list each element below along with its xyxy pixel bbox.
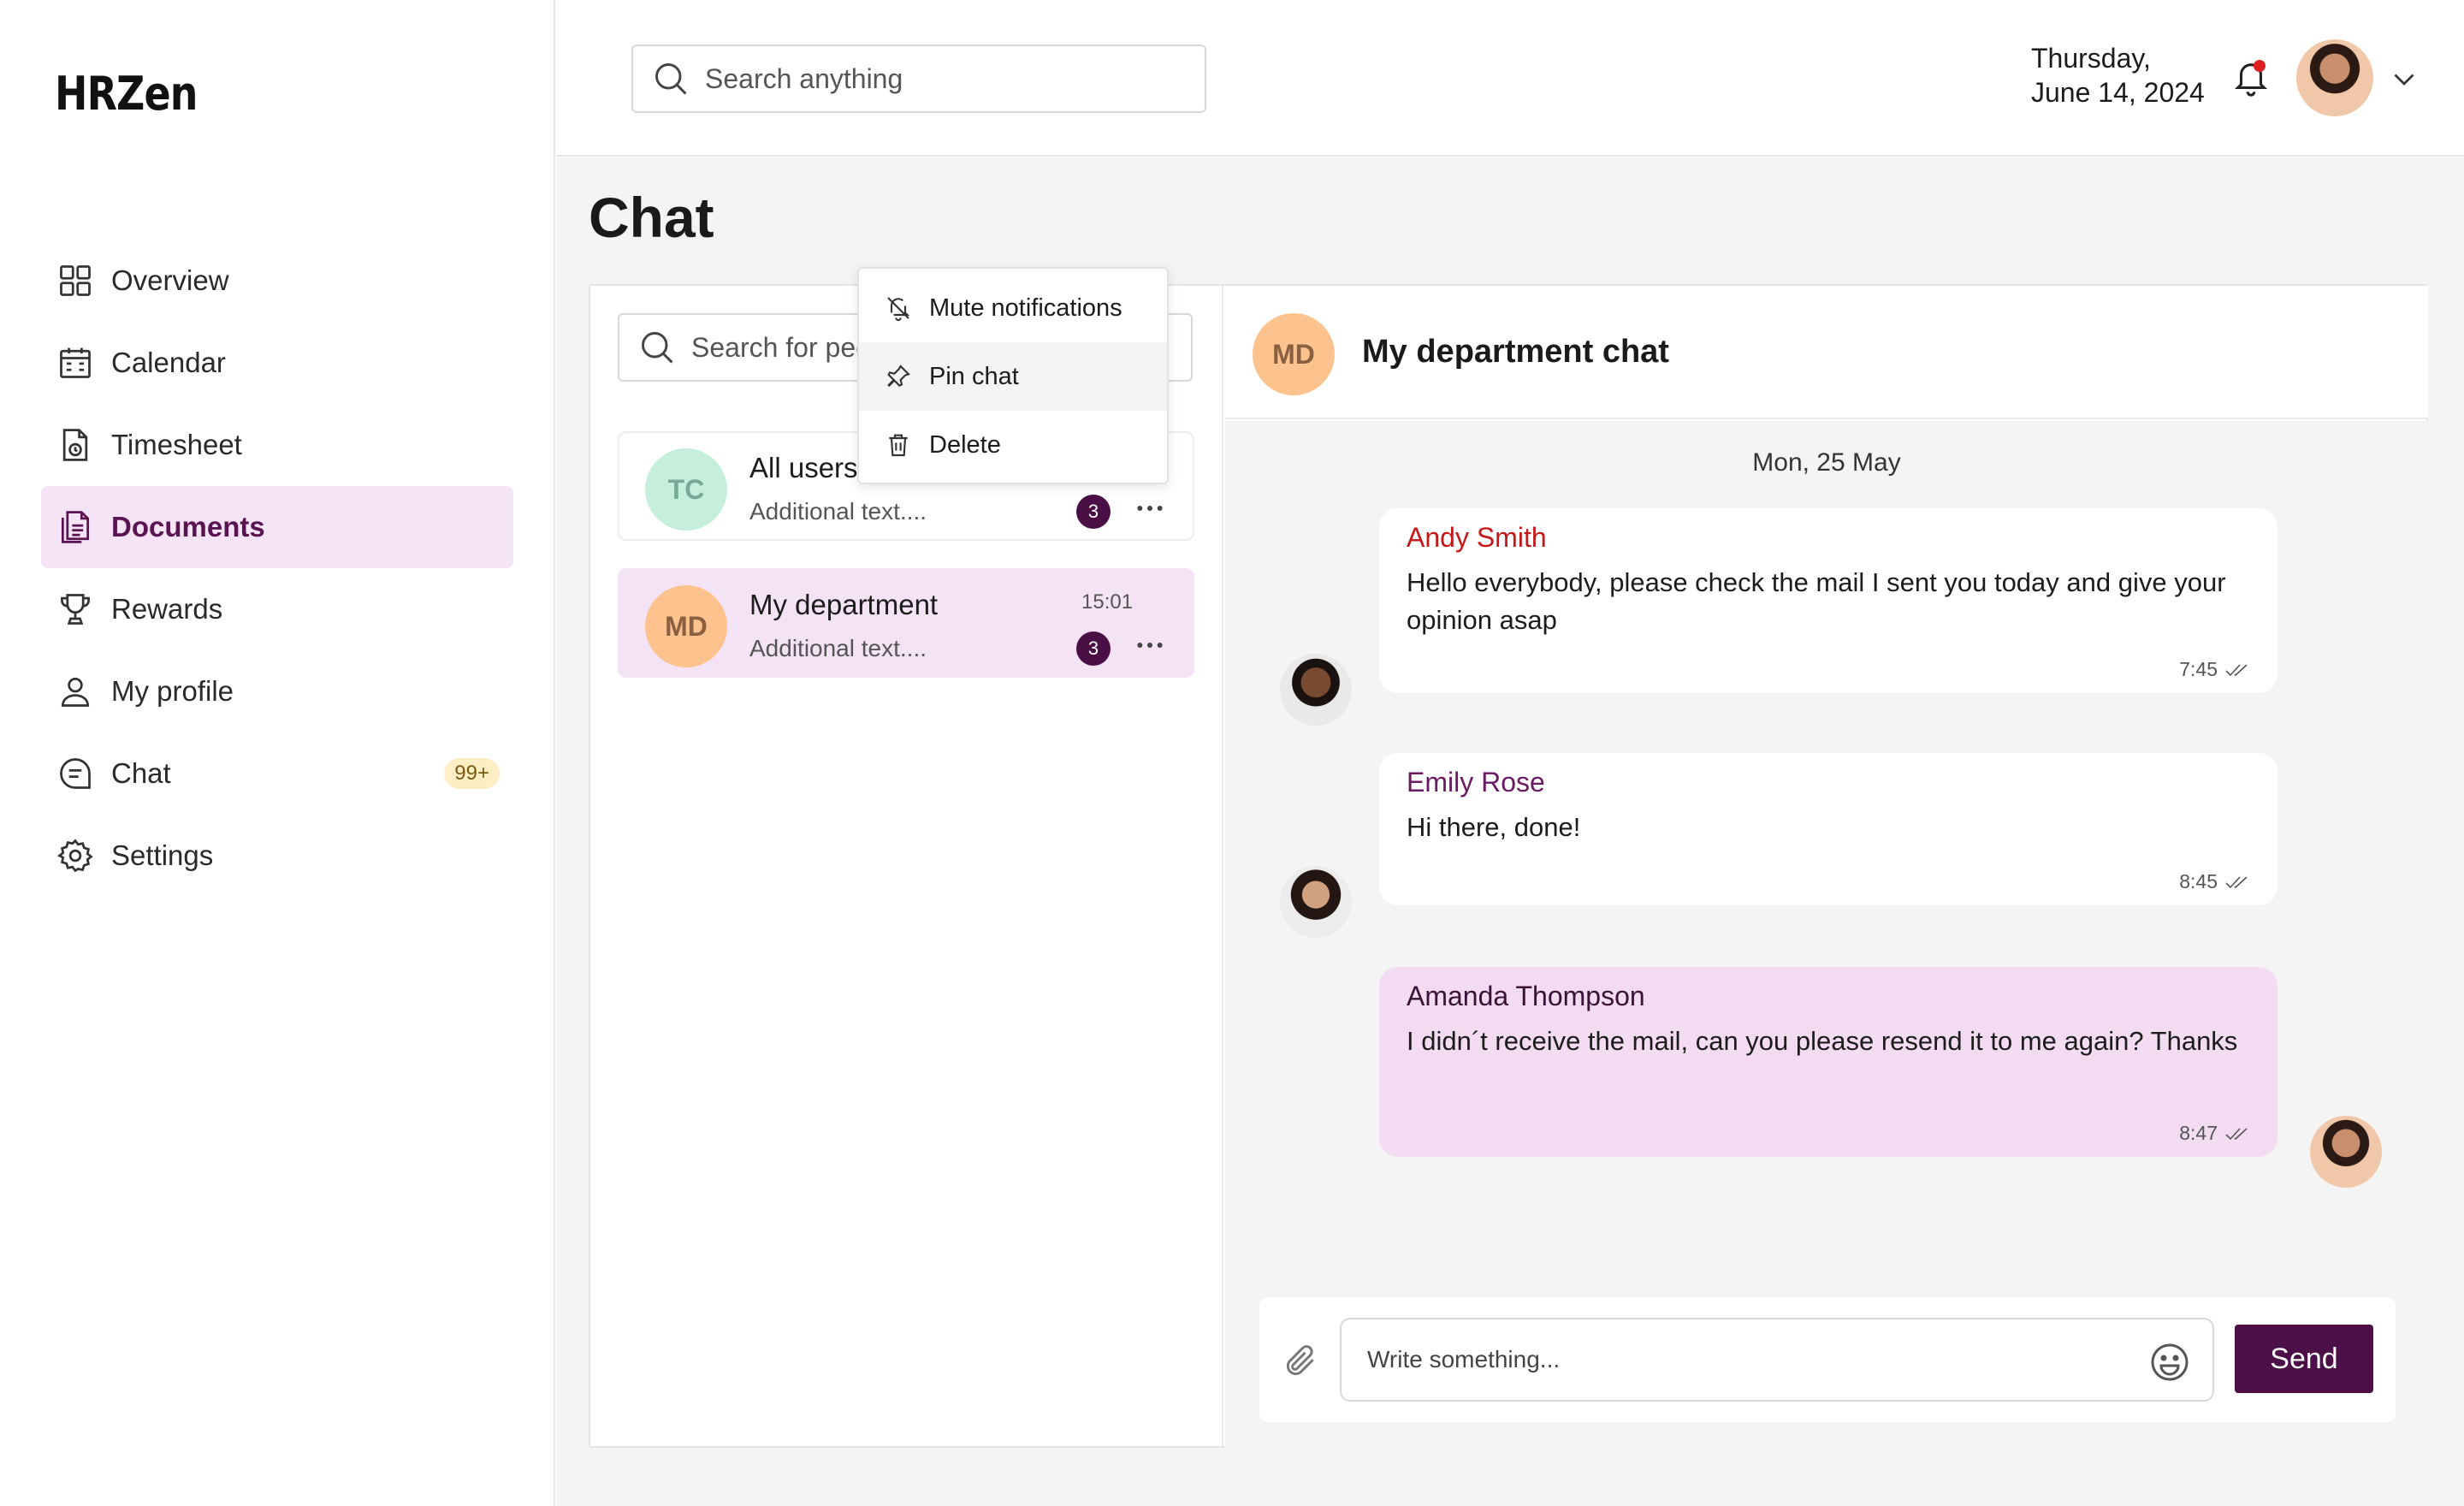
more-options-icon[interactable] xyxy=(1133,628,1167,662)
sidebar-item-label: Rewards xyxy=(111,593,223,625)
message-text: Hello everybody, please check the mail I… xyxy=(1407,567,2226,635)
sidebar-item-label: Timesheet xyxy=(111,429,242,460)
message-text: I didn´t receive the mail, can you pleas… xyxy=(1407,1026,2238,1056)
conversation-name: All users xyxy=(749,452,858,483)
message-thread: Mon, 25 May Andy Smith Hello everybody, … xyxy=(1225,421,2428,1448)
menu-item-pin-chat[interactable]: Pin chat xyxy=(859,342,1167,411)
day-separator: Mon, 25 May xyxy=(1752,448,1901,477)
menu-item-label: Delete xyxy=(929,430,1001,459)
sidebar-item-calendar[interactable]: Calendar xyxy=(41,322,513,404)
message-meta: 8:45 xyxy=(2179,870,2250,893)
own-avatar xyxy=(2310,1116,2382,1188)
menu-item-mute-notifications[interactable]: Mute notifications xyxy=(859,274,1167,342)
sidebar: HRZen Overview Calendar Timesheet Docume… xyxy=(0,0,555,1506)
search-icon xyxy=(642,332,673,364)
message-time: 7:45 xyxy=(2179,658,2218,680)
conversation-preview: Additional text.... xyxy=(749,498,927,525)
sidebar-item-label: My profile xyxy=(111,675,234,707)
message-sender: Andy Smith xyxy=(1407,522,1547,553)
message-sender: Emily Rose xyxy=(1407,767,1545,797)
double-check-icon xyxy=(2225,875,2248,888)
conversation-avatar: MD xyxy=(1253,313,1335,395)
page-title: Chat xyxy=(589,186,714,249)
chat-icon xyxy=(60,758,91,789)
avatar[interactable] xyxy=(2296,39,2373,116)
sidebar-item-chat[interactable]: Chat 99+ xyxy=(41,732,513,815)
message-text: Hi there, done! xyxy=(1407,812,1581,842)
chat-unread-badge: 99+ xyxy=(444,758,500,789)
message-bubble: Emily Rose Hi there, done! 8:45 xyxy=(1379,753,2277,905)
conversation-avatar: MD xyxy=(645,585,727,667)
conversation-view: MD My department chat Mon, 25 May Andy S… xyxy=(1225,286,2428,1448)
sender-avatar xyxy=(1280,654,1352,726)
paperclip-icon[interactable] xyxy=(1282,1342,1319,1379)
sidebar-item-label: Chat xyxy=(111,757,171,789)
conversation-item-my-department[interactable]: MD My department 15:01 Additional text..… xyxy=(618,568,1194,678)
sidebar-item-overview[interactable]: Overview xyxy=(41,240,513,322)
chevron-down-icon[interactable] xyxy=(2389,63,2420,94)
documents-icon xyxy=(61,511,90,543)
date-weekday: Thursday, xyxy=(2031,43,2151,74)
grid-icon xyxy=(60,265,91,296)
timesheet-icon xyxy=(62,429,88,461)
app-logo: HRZen xyxy=(55,67,198,121)
more-options-icon[interactable] xyxy=(1133,491,1167,525)
message-bubble: Andy Smith Hello everybody, please check… xyxy=(1379,508,2277,693)
message-input[interactable] xyxy=(1367,1346,2137,1373)
message-time: 8:47 xyxy=(2179,1122,2218,1144)
sidebar-item-label: Settings xyxy=(111,839,214,871)
current-date: Thursday, June 14, 2024 xyxy=(2031,41,2205,110)
menu-item-label: Mute notifications xyxy=(929,293,1122,322)
search-icon xyxy=(655,63,687,95)
message-composer: Send xyxy=(1259,1297,2396,1422)
sidebar-item-timesheet[interactable]: Timesheet xyxy=(41,404,513,486)
date-full: June 14, 2024 xyxy=(2031,77,2205,108)
sidebar-nav: Overview Calendar Timesheet Documents Re… xyxy=(41,240,513,897)
unread-count-badge: 3 xyxy=(1076,631,1111,666)
sidebar-item-my-profile[interactable]: My profile xyxy=(41,650,513,732)
sidebar-item-label: Calendar xyxy=(111,347,226,378)
message-bubble-own: Amanda Thompson I didn´t receive the mai… xyxy=(1379,967,2277,1157)
double-check-icon xyxy=(2225,1127,2248,1140)
double-check-icon xyxy=(2225,663,2248,676)
trash-icon xyxy=(889,434,908,457)
user-icon xyxy=(61,677,90,707)
menu-item-label: Pin chat xyxy=(929,362,1019,390)
sidebar-item-documents[interactable]: Documents xyxy=(41,486,513,568)
conversation-list: TC All users Additional text.... 3 MD My… xyxy=(590,267,1223,1446)
sidebar-item-rewards[interactable]: Rewards xyxy=(41,568,513,650)
message-meta: 8:47 xyxy=(2179,1122,2250,1145)
trophy-icon xyxy=(61,594,90,625)
send-button[interactable]: Send xyxy=(2235,1325,2373,1393)
message-time: 8:45 xyxy=(2179,870,2218,892)
message-sender: Amanda Thompson xyxy=(1407,981,1645,1011)
conversation-avatar: TC xyxy=(645,448,727,531)
conversation-preview: Additional text.... xyxy=(749,635,927,661)
unread-count-badge: 3 xyxy=(1076,495,1111,529)
pin-icon xyxy=(887,365,910,388)
bell-off-icon xyxy=(887,297,910,321)
conversation-header: MD My department chat xyxy=(1225,286,2428,419)
top-bar: Thursday, June 14, 2024 xyxy=(556,0,2464,157)
conversation-context-menu: Mute notifications Pin chat Delete xyxy=(857,267,1169,484)
emoji-icon[interactable] xyxy=(2149,1342,2190,1383)
message-meta: 7:45 xyxy=(2179,658,2250,681)
notification-dot xyxy=(2254,60,2266,72)
conversation-name: My department xyxy=(749,589,939,620)
menu-item-delete[interactable]: Delete xyxy=(859,411,1167,479)
message-field[interactable] xyxy=(1340,1318,2214,1402)
search-input[interactable] xyxy=(705,62,1184,95)
conversation-time: 15:01 xyxy=(1081,590,1134,614)
gear-icon xyxy=(56,839,93,873)
sidebar-item-label: Documents xyxy=(111,511,265,543)
sidebar-item-settings[interactable]: Settings xyxy=(41,815,513,897)
sidebar-item-label: Overview xyxy=(111,264,229,296)
sender-avatar xyxy=(1280,866,1352,938)
global-search[interactable] xyxy=(631,44,1206,113)
conversation-title: My department chat xyxy=(1362,334,1669,370)
main-content: Chat TC All users Additional text.... 3 … xyxy=(556,157,2464,1506)
chat-panel: TC All users Additional text.... 3 MD My… xyxy=(589,267,2428,1448)
calendar-icon xyxy=(60,347,91,378)
